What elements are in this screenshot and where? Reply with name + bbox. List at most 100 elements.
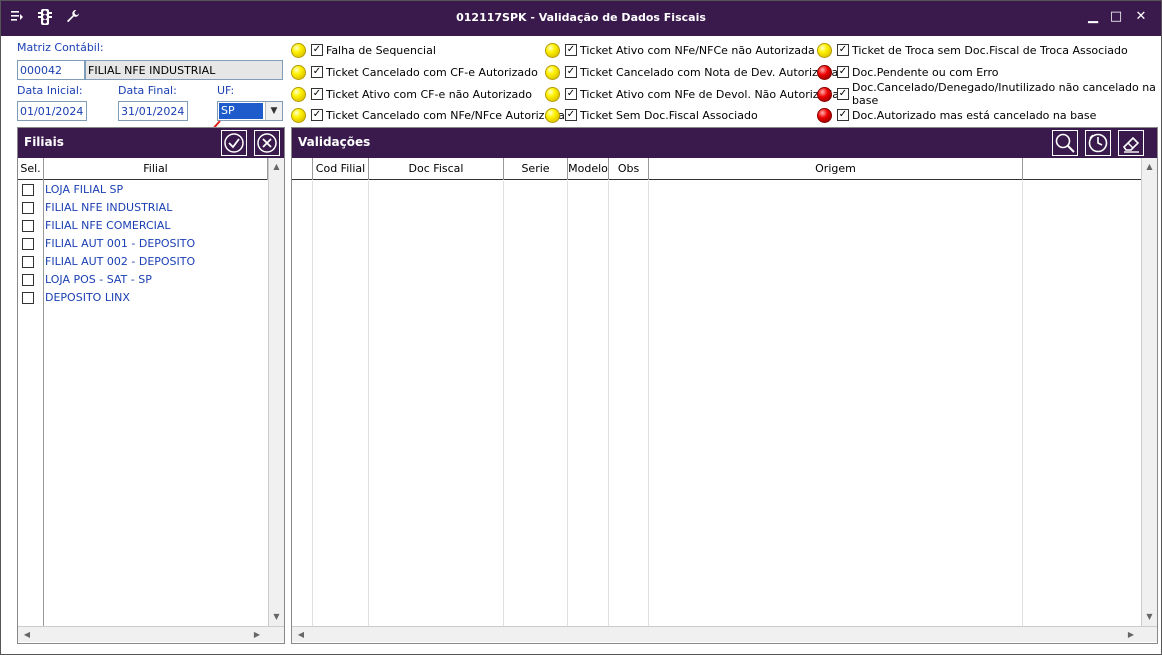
maximize-button[interactable]: □ <box>1107 9 1125 25</box>
filial-name: LOJA POS - SAT - SP <box>45 273 152 286</box>
scroll-right-icon[interactable]: ▶ <box>250 627 264 642</box>
scroll-right-icon[interactable]: ▶ <box>1124 627 1138 642</box>
filial-select-checkbox[interactable] <box>22 220 34 232</box>
col-serie[interactable]: Serie <box>504 158 568 180</box>
legend-label: Ticket Ativo com CF-e não Autorizado <box>326 87 532 101</box>
col-sel[interactable]: Sel. <box>18 158 44 180</box>
filial-row[interactable]: FILIAL NFE COMERCIAL <box>18 217 258 235</box>
filial-row[interactable]: FILIAL NFE INDUSTRIAL <box>18 199 258 217</box>
filiais-hscroll[interactable]: ◀ ▶ <box>18 626 284 642</box>
app-window: 012117SPK - Validação de Dados Fiscais ▁… <box>0 0 1162 655</box>
close-button[interactable]: ✕ <box>1132 9 1150 25</box>
legend-item: ✓ Ticket Ativo com NFe de Devol. Não Auto… <box>545 85 839 103</box>
filial-select-checkbox[interactable] <box>22 292 34 304</box>
select-all-button[interactable] <box>221 130 247 156</box>
scroll-left-icon[interactable]: ◀ <box>20 627 34 642</box>
legend-item: ✓ Falha de Sequencial <box>291 41 436 59</box>
filiais-list: LOJA FILIAL SP FILIAL NFE INDUSTRIAL FILIA… <box>18 181 268 621</box>
yellow-status-icon <box>291 42 306 58</box>
legend-checkbox[interactable]: ✓ <box>311 44 323 56</box>
col-obs[interactable]: Obs <box>609 158 649 180</box>
grid-column-line <box>312 181 313 626</box>
matriz-code-input[interactable]: 000042 <box>17 60 85 80</box>
matriz-name-field: FILIAL NFE INDUSTRIAL <box>85 60 283 80</box>
legend-checkbox[interactable]: ✓ <box>311 66 323 78</box>
clear-button[interactable] <box>1118 130 1144 156</box>
scroll-up-icon[interactable]: ▲ <box>269 160 284 174</box>
col-modelo[interactable]: Modelo <box>568 158 609 180</box>
col-filial[interactable]: Filial <box>44 158 268 180</box>
legend-item: ✓ Ticket Sem Doc.Fiscal Associado <box>545 106 758 124</box>
uf-label: UF: <box>217 84 235 97</box>
validacoes-grid-header: Cod Filial Doc Fiscal Serie Modelo Obs Origem <box>292 158 1141 180</box>
filial-select-checkbox[interactable] <box>22 184 34 196</box>
yellow-status-icon <box>545 107 560 123</box>
legend-checkbox[interactable]: ✓ <box>565 44 577 56</box>
legend-label: Falha de Sequencial <box>326 43 436 57</box>
legend-checkbox[interactable]: ✓ <box>837 109 849 121</box>
grid-column-line <box>648 181 649 626</box>
filial-row[interactable]: LOJA FILIAL SP <box>18 181 258 199</box>
chevron-down-icon[interactable]: ▼ <box>265 102 282 120</box>
legend-checkbox[interactable]: ✓ <box>837 88 849 100</box>
data-inicial-input[interactable]: 01/01/2024 <box>17 101 87 121</box>
search-button[interactable] <box>1052 130 1078 156</box>
filial-name: FILIAL NFE INDUSTRIAL <box>45 201 173 214</box>
scroll-up-icon[interactable]: ▲ <box>1142 160 1157 174</box>
col-doc-fiscal[interactable]: Doc Fiscal <box>369 158 504 180</box>
validacoes-grid-body <box>292 181 1141 626</box>
filial-row[interactable]: LOJA POS - SAT - SP <box>18 271 258 289</box>
scroll-down-icon[interactable]: ▼ <box>1142 610 1157 624</box>
history-button[interactable] <box>1085 130 1111 156</box>
legend-item: ✓ Ticket Cancelado com Nota de Dev. Autor… <box>545 63 838 81</box>
minimize-button[interactable]: ▁ <box>1084 9 1102 25</box>
legend-label: Ticket Cancelado com CF-e Autorizado <box>326 65 538 79</box>
col-indicator <box>292 158 313 180</box>
yellow-status-icon <box>545 86 560 102</box>
filiais-title: Filiais <box>24 135 64 149</box>
legend-checkbox[interactable]: ✓ <box>837 44 849 56</box>
filial-row[interactable]: FILIAL AUT 001 - DEPOSITO <box>18 235 258 253</box>
legend-item: ✓ Ticket Ativo com NFe/NFCe não Autorizad… <box>545 41 815 59</box>
window-title: 012117SPK - Validação de Dados Fiscais <box>456 11 706 24</box>
scroll-down-icon[interactable]: ▼ <box>269 610 284 624</box>
legend-label: Ticket Ativo com NFe/NFCe não Autorizada <box>580 43 815 57</box>
legend-label: Ticket Cancelado com NFe/NFce Autorizada <box>326 108 565 122</box>
legend-label: Ticket Ativo com NFe de Devol. Não Autor… <box>580 87 840 101</box>
cancel-circle-icon <box>257 133 277 153</box>
legend-checkbox[interactable]: ✓ <box>565 66 577 78</box>
clock-icon <box>1088 133 1108 153</box>
validacoes-header: Validações <box>292 128 1157 158</box>
legend-label: Ticket Sem Doc.Fiscal Associado <box>580 108 758 122</box>
grid-column-line <box>567 181 568 626</box>
legend-checkbox[interactable]: ✓ <box>837 66 849 78</box>
legend-checkbox[interactable]: ✓ <box>311 109 323 121</box>
red-status-icon <box>817 107 832 123</box>
filial-select-checkbox[interactable] <box>22 274 34 286</box>
red-status-icon <box>817 86 832 102</box>
yellow-status-icon <box>291 86 306 102</box>
filial-row[interactable]: DEPOSITO LINX <box>18 289 258 307</box>
filial-row[interactable]: FILIAL AUT 002 - DEPOSITO <box>18 253 258 271</box>
col-cod-filial[interactable]: Cod Filial <box>313 158 369 180</box>
clear-selection-button[interactable] <box>254 130 280 156</box>
grid-column-line <box>368 181 369 626</box>
filiais-vscroll[interactable]: ▲ ▼ <box>268 158 284 626</box>
legend-checkbox[interactable]: ✓ <box>565 88 577 100</box>
grid-column-line <box>1022 181 1023 626</box>
data-inicial-label: Data Inicial: <box>17 84 83 97</box>
title-bar: 012117SPK - Validação de Dados Fiscais ▁… <box>1 1 1161 36</box>
filiais-panel: Filiais Sel. Filial LOJA FILIAL SP FILIAL… <box>17 127 285 644</box>
legend-checkbox[interactable]: ✓ <box>311 88 323 100</box>
legend-checkbox[interactable]: ✓ <box>565 109 577 121</box>
legend-label: Ticket Cancelado com Nota de Dev. Autori… <box>580 65 839 79</box>
filial-select-checkbox[interactable] <box>22 238 34 250</box>
scroll-left-icon[interactable]: ◀ <box>294 627 308 642</box>
validacoes-hscroll[interactable]: ◀ ▶ <box>292 626 1157 642</box>
filial-name: FILIAL AUT 002 - DEPOSITO <box>45 255 196 268</box>
validacoes-vscroll[interactable]: ▲ ▼ <box>1141 158 1157 626</box>
filial-select-checkbox[interactable] <box>22 256 34 268</box>
eraser-icon <box>1122 136 1140 153</box>
filial-select-checkbox[interactable] <box>22 202 34 214</box>
col-origem[interactable]: Origem <box>649 158 1023 180</box>
